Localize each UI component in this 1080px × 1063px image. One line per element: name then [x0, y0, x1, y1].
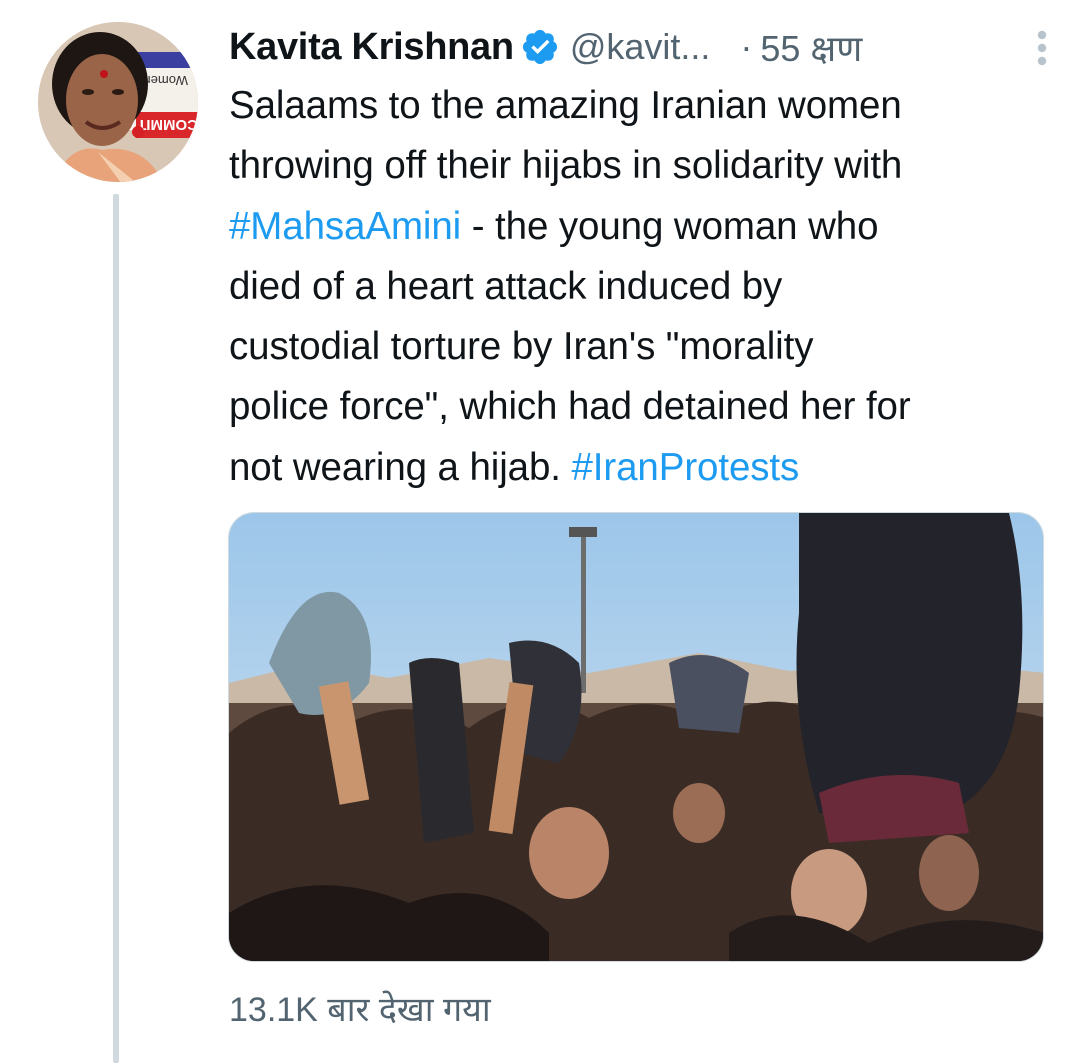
tweet[interactable]: Women's COMMITT Kavita Krishnan @kavit..…	[0, 0, 1080, 1063]
tweet-timestamp[interactable]: 55 क्षण	[760, 23, 862, 72]
tweet-text-segment: Salaams to the amazing Iranian women	[229, 84, 902, 127]
tweet-text-line: #MahsaAmini - the young woman who	[229, 197, 1059, 257]
tweet-text-line: Salaams to the amazing Iranian women	[229, 76, 1059, 136]
tweet-text-segment: police force", which had detained her fo…	[229, 385, 911, 429]
tweet-text-segment: - the young woman who	[461, 204, 879, 248]
tweet-text-line: police force", which had detained her fo…	[229, 377, 1059, 437]
tweet-text-line: custodial torture by Iran's "morality	[229, 317, 1059, 377]
author-handle[interactable]: @kavit...	[570, 26, 711, 68]
author-display-name[interactable]: Kavita Krishnan	[229, 26, 514, 69]
tweet-text-segment: throwing off their hijabs in solidarity …	[229, 144, 903, 188]
tweet-text: Salaams to the amazing Iranian women thro…	[229, 76, 1059, 498]
tweet-text-segment: not wearing a hijab.	[229, 445, 572, 489]
separator-dot: ·	[740, 26, 753, 67]
author-avatar[interactable]: Women's COMMITT	[38, 22, 198, 182]
more-vertical-icon[interactable]	[1035, 28, 1049, 68]
tweet-text-line: died of a heart attack induced by	[229, 257, 1059, 317]
avatar-photo: Women's COMMITT	[38, 22, 198, 182]
hashtag-link[interactable]: #MahsaAmini	[229, 205, 461, 248]
verified-badge-icon	[520, 27, 560, 67]
tweet-text-line: throwing off their hijabs in solidarity …	[229, 136, 1059, 196]
tweet-header: Kavita Krishnan @kavit... · 55 क्षण	[229, 22, 1049, 72]
view-count: 13.1K बार देखा गया	[229, 991, 491, 1029]
tweet-text-segment: custodial torture by Iran's "morality	[229, 325, 814, 369]
video-thumbnail	[229, 513, 1043, 961]
thread-line	[113, 194, 119, 1063]
tweet-media-video[interactable]	[228, 512, 1044, 962]
hashtag-link[interactable]: #IranProtests	[571, 446, 799, 489]
tweet-text-segment: died of a heart attack induced by	[229, 264, 783, 308]
tweet-text-line: not wearing a hijab. #IranProtests	[229, 438, 1059, 498]
